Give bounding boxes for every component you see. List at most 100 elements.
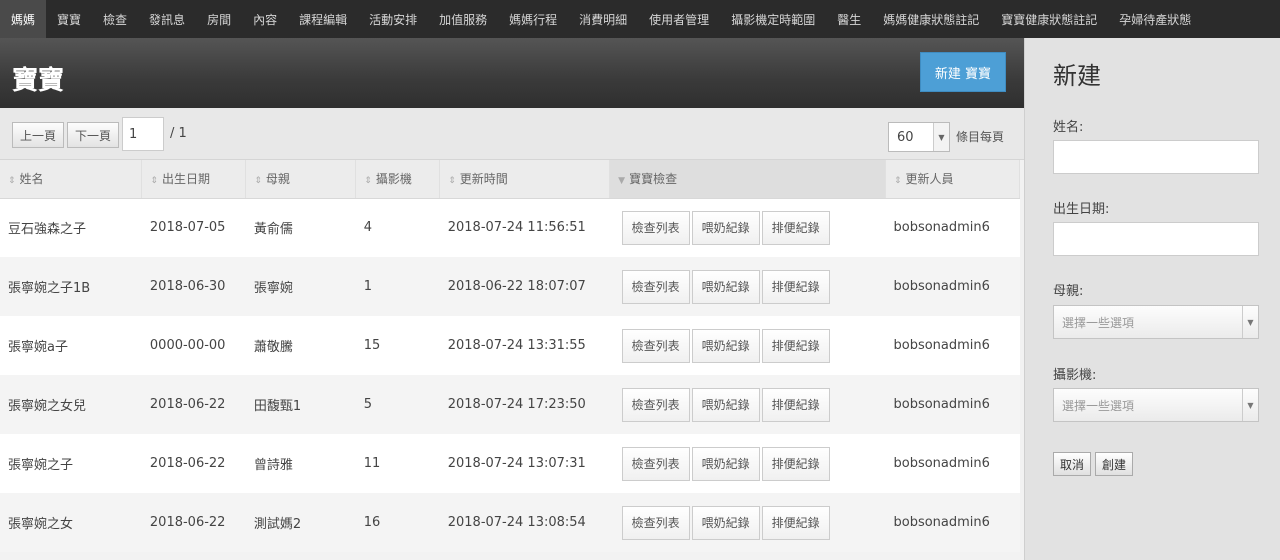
sort-icon: ⇕: [448, 176, 456, 187]
check-list-button[interactable]: 檢查列表: [621, 269, 690, 304]
column-header[interactable]: ⇕ 攝影機: [355, 160, 441, 199]
stool-record-button[interactable]: 排便紀錄: [761, 387, 830, 422]
feeding-record-button[interactable]: 喂奶紀錄: [691, 446, 760, 481]
cell-actions: 檢查列表 喂奶紀錄 排便紀錄: [610, 257, 886, 316]
stool-record-button[interactable]: 排便紀錄: [761, 269, 830, 304]
sort-icon: ⇕: [254, 176, 262, 187]
cell-mother: 黃俞儒: [253, 222, 293, 238]
column-header[interactable]: ⇕ 更新時間: [439, 160, 611, 199]
nav-item[interactable]: 內容: [242, 0, 288, 38]
table-row: 豆石強森之子 2018-07-05 黃俞儒 4 2018-07-24 11:56:51 檢…: [0, 198, 1020, 257]
check-list-button[interactable]: 檢查列表: [621, 387, 690, 422]
table-body: 豆石強森之子 2018-07-05 黃俞儒 4 2018-07-24 11:56:51 檢…: [0, 198, 1020, 552]
camera-select[interactable]: 選擇一些選項 ▼: [1053, 388, 1259, 422]
cell-name: 張寧婉之女兒: [8, 399, 87, 414]
column-header[interactable]: ⇕ 母親: [245, 160, 357, 199]
column-header[interactable]: ⇕ 出生日期: [141, 160, 247, 199]
mother-select[interactable]: 選擇一些選項 ▼: [1053, 305, 1259, 339]
cell-mother: 蕭敬騰: [253, 340, 293, 355]
sort-icon: ⇕: [364, 176, 372, 187]
chevron-down-icon: ▼: [933, 123, 949, 151]
chevron-down-icon: ▼: [1242, 389, 1258, 421]
cell-updater: bobsonadmin6: [893, 515, 990, 530]
nav-item[interactable]: 孕婦待產狀態: [1108, 0, 1202, 38]
mother-select-placeholder: 選擇一些選項: [1062, 315, 1135, 330]
cell-mother: 田馥甄1: [253, 399, 302, 414]
nav-item[interactable]: 課程編輯: [288, 0, 358, 38]
page-number-input[interactable]: [122, 117, 164, 151]
cell-birth: 2018-06-30: [149, 279, 226, 294]
cell-name: 張寧婉a子: [8, 340, 68, 355]
cell-updated: 2018-06-22 18:07:07: [447, 279, 586, 294]
nav-item[interactable]: 加值服務: [428, 0, 498, 38]
cell-birth: 2018-06-22: [149, 456, 226, 471]
nav-item[interactable]: 發訊息: [138, 0, 196, 38]
per-page-value: 60: [897, 129, 914, 145]
new-baby-button[interactable]: 新建 寶寶: [920, 52, 1006, 92]
table-row: 張寧婉之子1B 2018-06-30 張寧婉 1 2018-06-22 18:07:07…: [0, 257, 1020, 316]
cell-actions: 檢查列表 喂奶紀錄 排便紀錄: [610, 434, 886, 493]
panel-title: 新建: [1053, 62, 1101, 90]
column-header-label: 更新人員: [905, 172, 954, 187]
nav-item[interactable]: 房間: [196, 0, 242, 38]
column-header-label: 寶寶檢查: [629, 172, 678, 187]
feeding-record-button[interactable]: 喂奶紀錄: [691, 269, 760, 304]
feeding-record-button[interactable]: 喂奶紀錄: [691, 505, 760, 540]
birth-date-field[interactable]: [1053, 222, 1259, 256]
check-list-button[interactable]: 檢查列表: [621, 505, 690, 540]
nav-item[interactable]: 媽媽行程: [498, 0, 568, 38]
cell-name: 張寧婉之女: [8, 517, 74, 532]
create-panel: 新建 姓名: 出生日期: 母親: 選擇一些選項 ▼ 攝影機: 選擇一些選項 ▼ …: [1024, 38, 1280, 560]
cell-mother: 曾詩雅: [253, 458, 293, 473]
cell-mother: 張寧婉: [253, 281, 293, 296]
prev-page-button[interactable]: 上一頁: [12, 122, 64, 148]
column-header[interactable]: ▼ 寶寶檢查: [609, 160, 886, 199]
feeding-record-button[interactable]: 喂奶紀錄: [691, 328, 760, 363]
sort-desc-icon: ▼: [618, 176, 626, 187]
column-header[interactable]: ⇕ 更新人員: [885, 160, 1021, 199]
nav-item[interactable]: 寶寶: [46, 0, 92, 38]
sort-icon: ⇕: [893, 176, 902, 187]
column-header-label: 更新時間: [459, 172, 508, 187]
cell-birth: 2018-07-05: [149, 220, 226, 236]
column-header[interactable]: ⇕ 姓名: [0, 160, 143, 199]
cell-camera: 11: [363, 456, 381, 471]
cell-actions: 檢查列表 喂奶紀錄 排便紀錄: [610, 316, 886, 375]
nav-item[interactable]: 媽媽: [0, 0, 47, 38]
stool-record-button[interactable]: 排便紀錄: [761, 328, 830, 363]
nav-item[interactable]: 檢查: [92, 0, 138, 38]
nav-item[interactable]: 寶寶健康狀態註記: [990, 0, 1108, 38]
stool-record-button[interactable]: 排便紀錄: [761, 210, 830, 245]
cell-updater: bobsonadmin6: [893, 338, 990, 353]
feeding-record-button[interactable]: 喂奶紀錄: [691, 210, 760, 245]
name-label: 姓名:: [1053, 120, 1084, 135]
cell-updated: 2018-07-24 11:56:51: [447, 220, 586, 236]
feeding-record-button[interactable]: 喂奶紀錄: [691, 387, 760, 422]
nav-item[interactable]: 使用者管理: [638, 0, 720, 38]
cell-actions: 檢查列表 喂奶紀錄 排便紀錄: [610, 493, 886, 552]
per-page-select[interactable]: 60 ▼: [888, 122, 950, 152]
pagination-toolbar: 上一頁 下一頁 / 1 60 ▼ 條目每頁: [0, 108, 1024, 160]
stool-record-button[interactable]: 排便紀錄: [761, 446, 830, 481]
nav-item[interactable]: 攝影機定時範圍: [720, 0, 826, 38]
next-page-button[interactable]: 下一頁: [67, 122, 119, 148]
per-page-label: 條目每頁: [956, 130, 1005, 144]
nav-item[interactable]: 活動安排: [358, 0, 428, 38]
cell-name: 豆石強森之子: [8, 222, 87, 238]
stool-record-button[interactable]: 排便紀錄: [761, 505, 830, 540]
cell-camera: 15: [363, 338, 381, 353]
cell-mother: 測試媽2: [253, 517, 302, 532]
cell-birth: 2018-06-22: [149, 515, 226, 530]
name-field[interactable]: [1053, 140, 1259, 174]
table-row: 張寧婉a子 0000-00-00 蕭敬騰 15 2018-07-24 13:31:55 檢…: [0, 316, 1020, 375]
create-button[interactable]: 創建: [1095, 452, 1133, 476]
nav-item[interactable]: 媽媽健康狀態註記: [872, 0, 990, 38]
check-list-button[interactable]: 檢查列表: [621, 446, 690, 481]
cell-updater: bobsonadmin6: [893, 279, 990, 294]
sort-icon: ⇕: [150, 176, 158, 187]
nav-item[interactable]: 消費明細: [568, 0, 638, 38]
check-list-button[interactable]: 檢查列表: [621, 210, 690, 245]
nav-item[interactable]: 醫生: [826, 0, 872, 38]
check-list-button[interactable]: 檢查列表: [621, 328, 690, 363]
cancel-button[interactable]: 取消: [1053, 452, 1091, 476]
